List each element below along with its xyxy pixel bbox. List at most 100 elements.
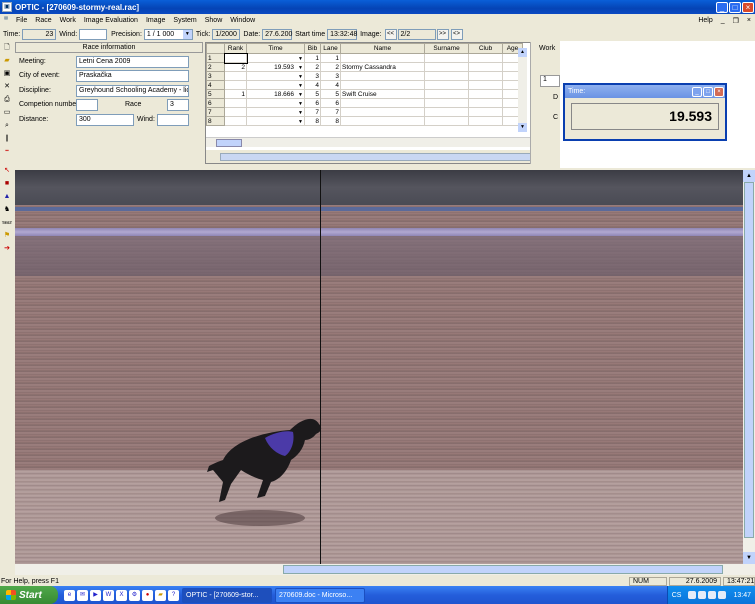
volume-icon[interactable] [698, 591, 707, 599]
surname-cell[interactable] [424, 71, 469, 81]
table-row[interactable]: 6 ▼ 6 6 [206, 98, 523, 108]
name-cell[interactable] [340, 98, 425, 108]
club-cell[interactable] [468, 62, 503, 72]
lane-cell[interactable]: 8 [320, 116, 341, 126]
time-cell[interactable]: ▼ [246, 80, 305, 90]
competition-number-input[interactable] [76, 99, 98, 111]
rank-cell[interactable]: 1 [224, 89, 247, 99]
browser-icon[interactable]: e [64, 589, 75, 601]
bib-cell[interactable]: 8 [304, 116, 321, 126]
task-word-document[interactable]: 270609.doc - Microso... [275, 587, 365, 603]
time-cell[interactable]: ▼ [246, 53, 305, 63]
wind-input-race[interactable] [157, 114, 189, 126]
open-folder-icon[interactable]: ▰ [2, 55, 13, 66]
col-surname[interactable]: Surname [424, 43, 469, 54]
settings-icon[interactable]: ⚙ [129, 589, 140, 601]
col-bib[interactable]: Bib [304, 43, 321, 54]
arrow-right-icon[interactable]: ➔ [2, 243, 13, 254]
name-cell[interactable]: Swift Cruise [340, 89, 425, 99]
app-icon-red[interactable]: ● [142, 589, 153, 601]
security-icon[interactable] [708, 591, 717, 599]
document-icon[interactable]: ▤ [0, 15, 12, 27]
menu-window[interactable]: Window [226, 17, 259, 24]
name-cell[interactable] [340, 53, 425, 63]
rank-cell[interactable] [223, 52, 248, 64]
save-icon[interactable]: ▣ [2, 68, 13, 79]
close-icon[interactable]: × [714, 86, 724, 97]
club-cell[interactable] [468, 80, 503, 90]
chevron-down-icon[interactable]: ▼ [298, 74, 303, 80]
table-row[interactable]: 7 ▼ 7 7 [206, 107, 523, 117]
city-input[interactable]: Praskačka [76, 70, 189, 82]
surname-cell[interactable] [424, 98, 469, 108]
bib-cell[interactable]: 6 [304, 98, 321, 108]
grid-vertical-scrollbar[interactable]: ▲ ▼ [518, 48, 527, 132]
bib-cell[interactable]: 7 [304, 107, 321, 117]
lane-cell[interactable]: 6 [320, 98, 341, 108]
distance-input[interactable]: 300 [76, 114, 134, 126]
scroll-track[interactable] [518, 57, 527, 123]
cursor-icon[interactable]: ↖ [2, 165, 13, 176]
name-cell[interactable] [340, 80, 425, 90]
col-name[interactable]: Name [340, 43, 425, 54]
name-cell[interactable] [340, 71, 425, 81]
surname-cell[interactable] [424, 62, 469, 72]
table-row[interactable]: 3 ▼ 3 3 [206, 71, 523, 81]
menu-file[interactable]: File [12, 17, 31, 24]
menu-image[interactable]: Image [142, 17, 169, 24]
surname-cell[interactable] [424, 116, 469, 126]
rank-cell[interactable] [224, 116, 247, 126]
grid-bottom-scrollbar[interactable] [220, 153, 550, 161]
start-button[interactable]: Start [0, 586, 58, 604]
network-icon[interactable] [688, 591, 697, 599]
rank-cell[interactable] [224, 71, 247, 81]
bib-cell[interactable]: 3 [304, 71, 321, 81]
grid-scroll-thumb[interactable] [216, 139, 242, 147]
table-row[interactable]: 1 ▼ 1 1 [206, 52, 523, 64]
time-window[interactable]: Time: _ □ × 19.593 [563, 83, 727, 141]
chevron-up-icon[interactable]: ▲ [518, 48, 527, 57]
work-button-2[interactable]: D [553, 94, 558, 101]
bib-cell[interactable]: 1 [304, 53, 321, 63]
lane-cell[interactable]: 1 [320, 53, 341, 63]
name-cell[interactable] [340, 116, 425, 126]
mdi-minimize-icon[interactable]: _ [717, 17, 729, 24]
bib-cell[interactable]: 4 [304, 80, 321, 90]
rank-cell[interactable] [224, 98, 247, 108]
time-window-titlebar[interactable]: Time: _ □ × [565, 85, 725, 98]
surname-cell[interactable] [424, 107, 469, 117]
language-indicator[interactable]: CS [672, 592, 682, 599]
runner-icon[interactable]: ♞ [2, 204, 13, 215]
club-cell[interactable] [468, 89, 503, 99]
chevron-down-icon[interactable]: ▼ [518, 123, 527, 132]
photo-finish-image[interactable] [15, 170, 743, 564]
lane-cell[interactable]: 2 [320, 62, 341, 72]
club-cell[interactable] [468, 53, 503, 63]
title-bar[interactable]: ▣ OPTIC - [270609-stormy-real.rac] _ □ × [0, 0, 755, 14]
surname-cell[interactable] [424, 53, 469, 63]
club-cell[interactable] [468, 98, 503, 108]
excel-icon[interactable]: X [116, 589, 127, 601]
lane-cell[interactable]: 7 [320, 107, 341, 117]
maximize-icon[interactable]: □ [729, 1, 741, 13]
image-vscroll-thumb[interactable] [744, 182, 754, 538]
media-icon[interactable]: ▶ [90, 589, 101, 601]
meeting-input[interactable]: Letni Cena 2009 [76, 56, 189, 68]
task-optic[interactable]: OPTIC - [270609-stor... [182, 587, 272, 603]
col-rank[interactable]: Rank [224, 43, 247, 54]
next-image-button[interactable]: >> [436, 28, 449, 40]
image-vertical-scrollbar[interactable]: ▲ ▼ [743, 170, 755, 564]
chevron-down-icon[interactable]: ▼ [298, 101, 303, 107]
results-grid[interactable]: Rank Time Bib Lane Name Surname Club Age… [205, 42, 558, 164]
prev-image-button[interactable]: << [384, 28, 397, 40]
menu-system[interactable]: System [169, 17, 200, 24]
bib-cell[interactable]: 5 [304, 89, 321, 99]
table-row[interactable]: 5 1 18.666 ▼ 5 5 Swift Cruise [206, 89, 523, 99]
maximize-icon[interactable]: □ [703, 86, 713, 97]
chevron-down-icon[interactable]: ▼ [298, 92, 303, 98]
info-icon[interactable]: ▪▪ [2, 146, 13, 157]
work-button-1[interactable]: 1 [540, 75, 560, 87]
time-cell[interactable]: ▼ [246, 98, 305, 108]
chevron-up-icon[interactable]: ▲ [743, 170, 755, 182]
print-icon[interactable]: ⎙ [2, 94, 13, 105]
